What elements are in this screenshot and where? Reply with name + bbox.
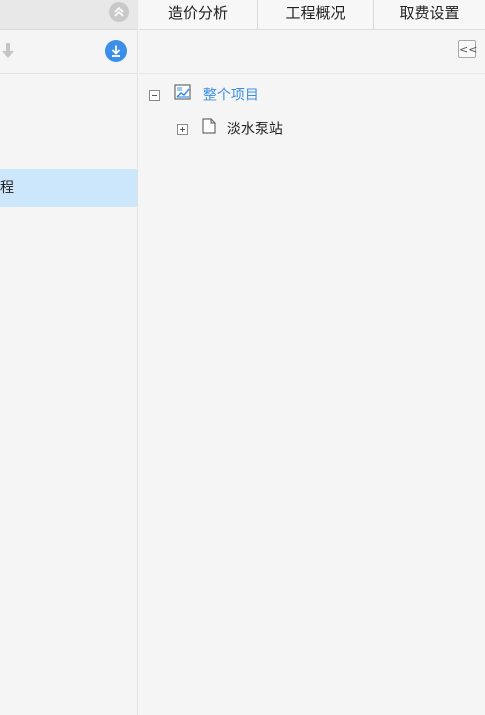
project-icon <box>174 84 192 107</box>
app-window: 程 造价分析 工程概况 取费设置 << 整个项目 淡水泵站 <box>0 0 485 715</box>
tab-fee-settings[interactable]: 取费设置 <box>374 0 485 29</box>
download-circle-icon[interactable] <box>105 40 127 62</box>
tree-node-child-label: 淡水泵站 <box>226 121 283 138</box>
collapse-panel-button[interactable]: << <box>458 40 477 58</box>
arrow-down-icon[interactable] <box>0 40 20 62</box>
tree-node-root-label: 整个项目 <box>202 87 259 104</box>
tree-node-child[interactable]: 淡水泵站 <box>177 118 283 140</box>
double-chevron-up-icon[interactable] <box>109 2 129 22</box>
right-panel-toolbar: << <box>139 30 485 74</box>
left-panel-toolbar <box>0 30 138 74</box>
left-panel: 程 <box>0 0 138 715</box>
document-icon <box>202 118 217 141</box>
tree-node-root[interactable]: 整个项目 <box>149 84 259 106</box>
tab-bar: 造价分析 工程概况 取费设置 <box>139 0 485 30</box>
left-list-item-selected[interactable]: 程 <box>0 169 137 207</box>
left-panel-header <box>0 0 138 30</box>
expand-toggle-icon[interactable] <box>177 124 188 135</box>
collapse-toggle-icon[interactable] <box>149 90 160 101</box>
tab-cost-analysis[interactable]: 造价分析 <box>139 0 258 29</box>
left-list-item-label: 程 <box>0 180 14 196</box>
tab-project-overview[interactable]: 工程概况 <box>258 0 374 29</box>
